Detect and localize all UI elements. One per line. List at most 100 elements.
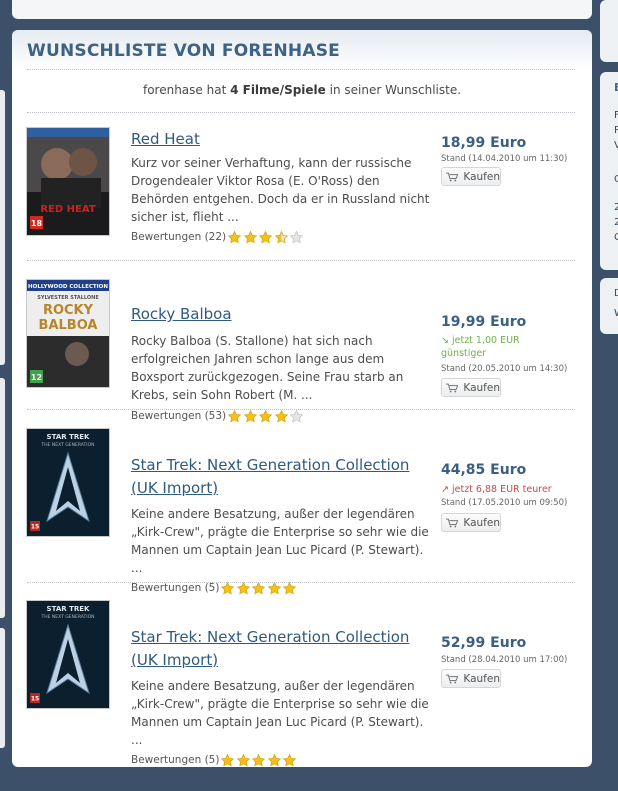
star-trek-cover[interactable]: STAR TREK THE NEXT GENERATION 15 (27, 601, 109, 708)
star-full-icon (252, 753, 266, 767)
price: 18,99 Euro (441, 135, 527, 151)
movie-title-link[interactable]: Star Trek: Next Generation Collection (U… (131, 454, 431, 500)
buy-button[interactable]: Kaufen (441, 513, 501, 532)
left-sidebar-edge (0, 90, 5, 365)
rating-label: Bewertungen (22) (131, 231, 227, 243)
star-full-icon (228, 230, 242, 244)
buy-button[interactable]: Kaufen (441, 378, 501, 397)
divider (27, 409, 575, 410)
star-full-icon (228, 409, 242, 423)
movie-description: Keine andere Besatzung, außer der legend… (131, 507, 429, 575)
rating: Bewertungen (5) (131, 752, 299, 767)
cover-age-rating: 12 (31, 373, 42, 382)
buy-button-label: Kaufen (463, 381, 500, 394)
buy-button[interactable]: Kaufen (441, 669, 501, 688)
star-empty-icon (290, 230, 304, 244)
star-full-icon (259, 230, 273, 244)
red-heat-cover[interactable]: RED HEAT 18 (27, 128, 109, 235)
sidebar-fragment: D (614, 288, 618, 299)
star-rating (221, 581, 299, 595)
sidebar-fragment: W (614, 306, 618, 321)
movie-title-link[interactable]: Red Heat (131, 128, 431, 151)
movie-title-link[interactable]: Star Trek: Next Generation Collection (U… (131, 626, 431, 672)
divider (27, 582, 575, 583)
buy-button-label: Kaufen (463, 170, 500, 183)
cover-actor: SYLVESTER STALLONE (37, 295, 99, 301)
sidebar-fragment: 2 (614, 217, 618, 228)
summary-user: forenhase (142, 83, 203, 97)
summary-text: in seiner Wunschliste. (325, 83, 462, 97)
star-rating (228, 409, 306, 423)
price-date: Stand (17.05.2010 um 09:50) (441, 498, 568, 508)
cover-title: STAR TREK (47, 433, 90, 441)
buy-button-label: Kaufen (463, 672, 500, 685)
wishlist-panel: WUNSCHLISTE VON FORENHASE forenhase hat … (12, 30, 592, 767)
summary-count: 4 Filme/Spiele (230, 83, 326, 97)
cover-age-rating: 15 (31, 524, 39, 531)
star-full-icon (243, 230, 257, 244)
star-full-icon (267, 581, 281, 595)
cover-age-rating: 15 (31, 696, 39, 703)
star-full-icon (274, 409, 288, 423)
star-full-icon (221, 581, 235, 595)
wishlist-summary: forenhase hat 4 Filme/Spiele in seiner W… (12, 83, 592, 97)
star-half-icon (274, 230, 288, 244)
cover-title: BALBOA (39, 318, 98, 333)
cover-subtitle: THE NEXT GENERATION (41, 442, 95, 448)
cover-title: RED HEAT (40, 204, 95, 215)
price-date: Stand (28.04.2010 um 17:00) (441, 655, 568, 665)
price: 44,85 Euro (441, 462, 527, 478)
rating: Bewertungen (22) (131, 229, 306, 245)
star-full-icon (221, 753, 235, 767)
price-change-pricier: ↗ jetzt 6,88 EUR teurer (441, 484, 552, 495)
right-sidebar-box: D W (600, 278, 618, 334)
star-trek-cover[interactable]: STAR TREK THE NEXT GENERATION 15 (27, 429, 109, 536)
page-title: WUNSCHLISTE VON FORENHASE (27, 41, 340, 61)
sidebar-fragment: C (614, 232, 618, 243)
cart-icon (446, 172, 459, 181)
sidebar-fragment: O (614, 174, 618, 185)
star-full-icon (283, 753, 297, 767)
right-sidebar-box (600, 0, 618, 62)
buy-button[interactable]: Kaufen (441, 167, 501, 186)
star-full-icon (267, 753, 281, 767)
sidebar-fragment: E (614, 81, 618, 94)
star-full-icon (259, 409, 273, 423)
star-full-icon (283, 581, 297, 595)
left-sidebar-edge (0, 378, 5, 618)
price-date: Stand (14.04.2010 um 11:30) (441, 154, 568, 164)
star-empty-icon (290, 409, 304, 423)
price-date: Stand (20.05.2010 um 14:30) (441, 364, 568, 374)
star-full-icon (236, 581, 250, 595)
cover-age-rating: 18 (31, 219, 43, 228)
divider (27, 112, 575, 113)
top-box (12, 0, 592, 19)
summary-text: hat (202, 83, 231, 97)
cart-icon (446, 518, 459, 527)
sidebar-fragment: R (614, 125, 618, 136)
price-change-cheaper: ↘ jetzt 1,00 EUR günstiger (441, 335, 520, 359)
movie-description: Keine andere Besatzung, außer der legend… (131, 679, 429, 747)
sidebar-fragment: F (614, 110, 618, 121)
rocky-balboa-cover[interactable]: HOLLYWOOD COLLECTION SYLVESTER STALLONE … (27, 280, 109, 387)
rating-label: Bewertungen (5) (131, 754, 220, 766)
star-rating (221, 753, 299, 767)
cover-title: ROCKY (43, 303, 94, 318)
divider (27, 260, 575, 261)
star-rating (228, 230, 306, 244)
divider (27, 69, 575, 70)
left-sidebar-edge (0, 628, 5, 748)
buy-button-label: Kaufen (463, 516, 500, 529)
cover-title: STAR TREK (47, 605, 90, 613)
sidebar-fragment: 2 (614, 202, 618, 213)
rating: Bewertungen (53) (131, 408, 306, 424)
star-full-icon (236, 753, 250, 767)
cover-series: HOLLYWOOD COLLECTION (28, 284, 108, 290)
movie-description: Kurz vor seiner Verhaftung, kann der rus… (131, 156, 430, 224)
movie-description: Rocky Balboa (S. Stallone) hat sich nach… (131, 334, 404, 402)
movie-title-link[interactable]: Rocky Balboa (131, 303, 431, 326)
rating-label: Bewertungen (53) (131, 410, 227, 422)
cart-icon (446, 383, 459, 392)
price: 52,99 Euro (441, 635, 527, 651)
price: 19,99 Euro (441, 314, 527, 330)
